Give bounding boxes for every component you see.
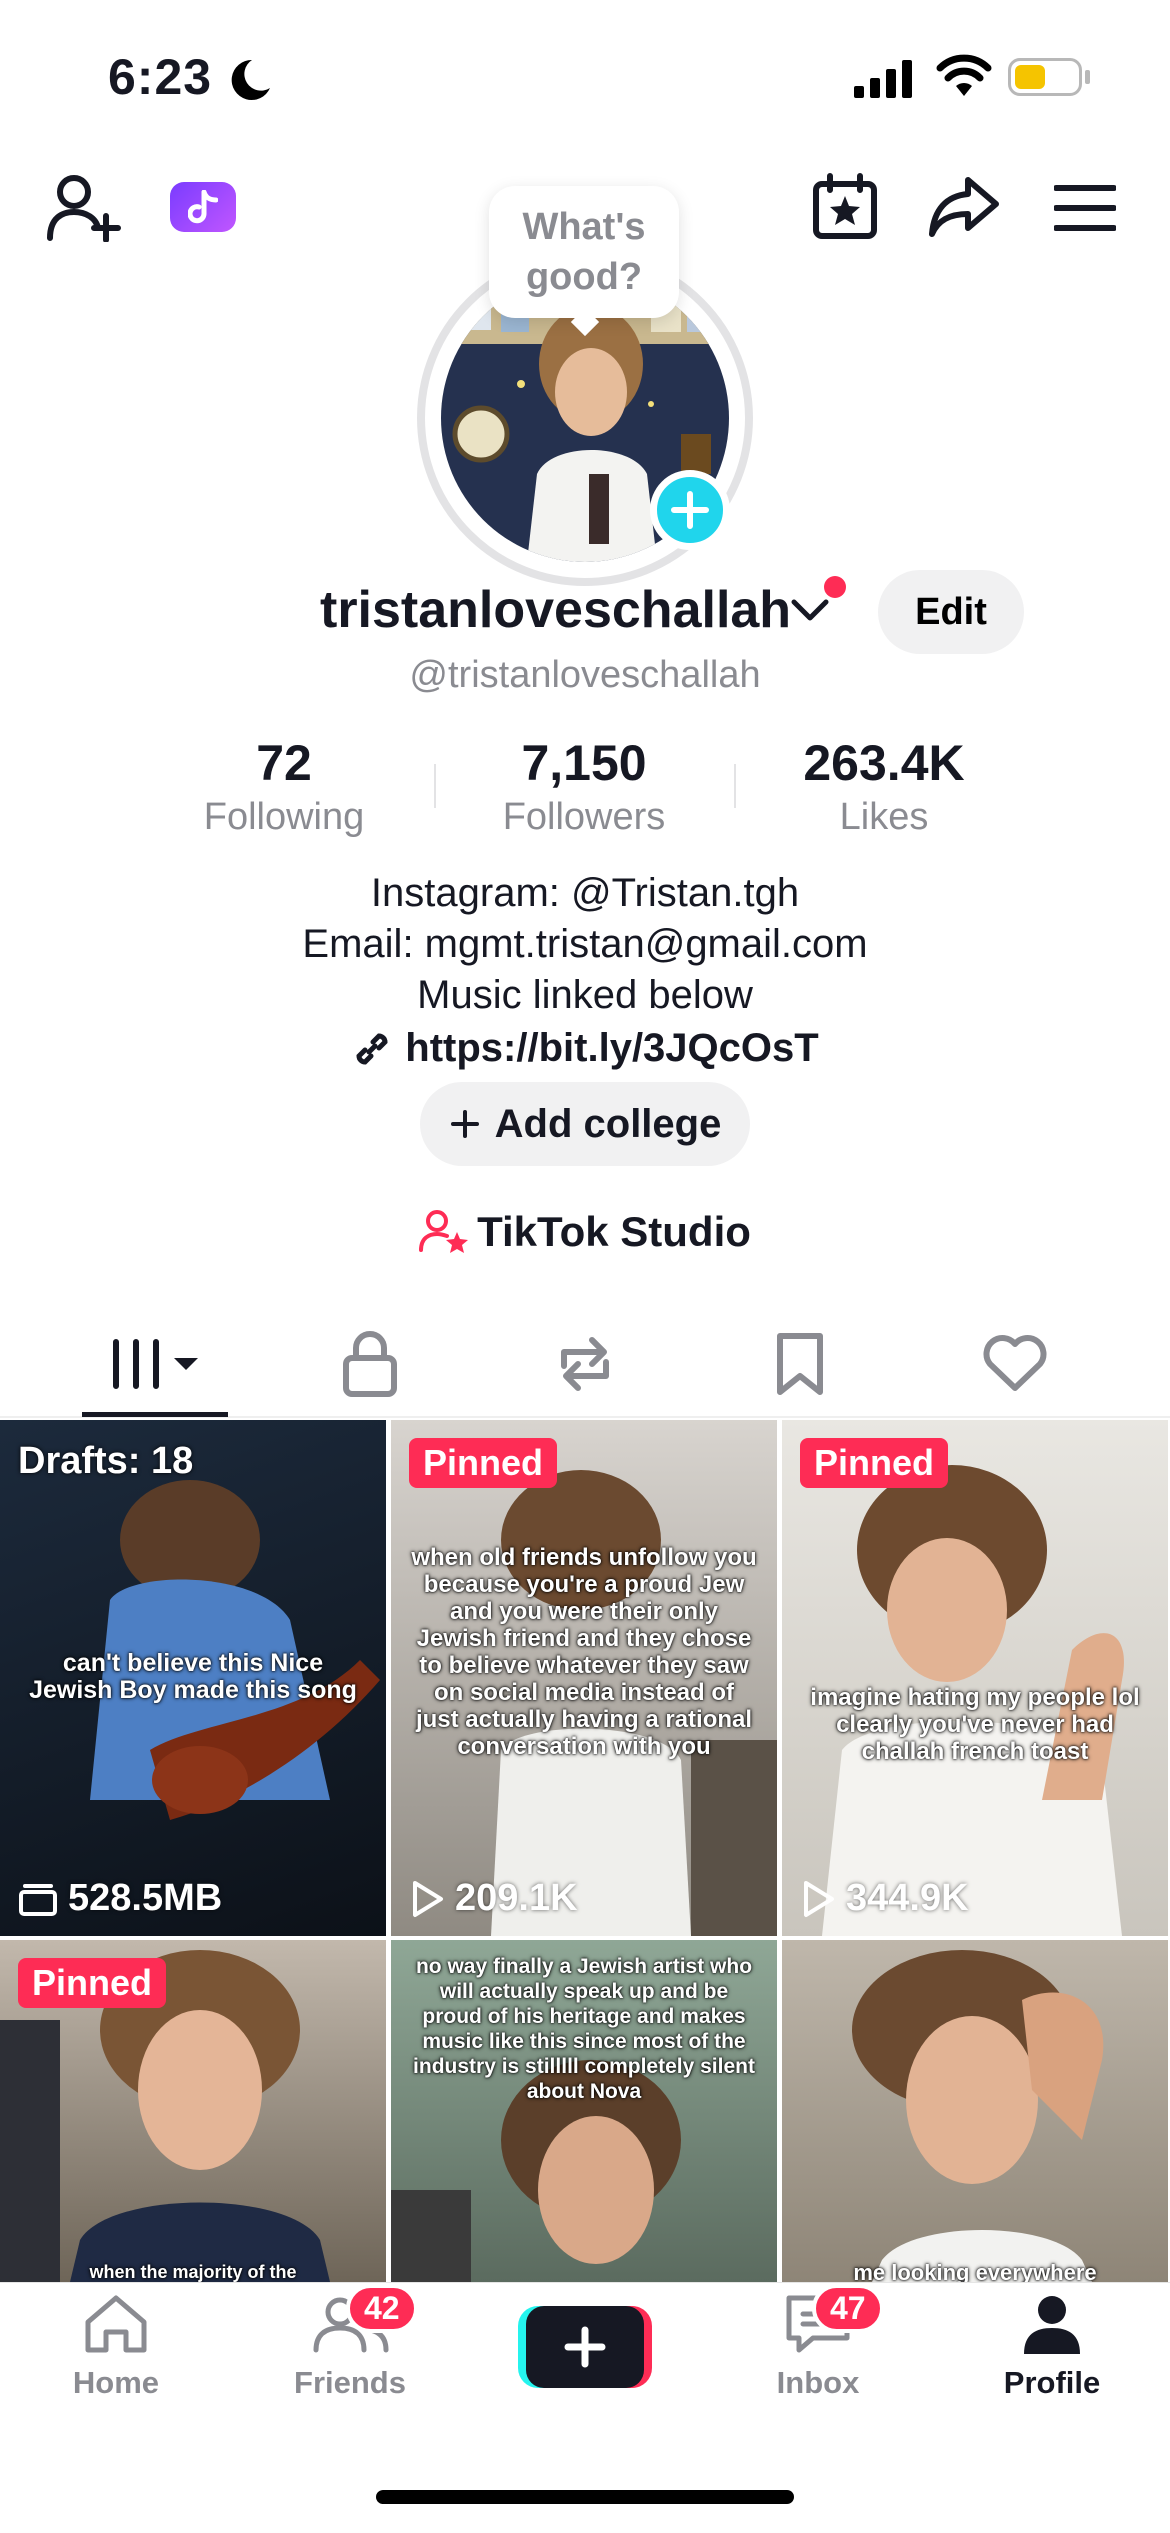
add-friend-icon[interactable] <box>46 172 122 242</box>
video-stat: 528.5MB <box>18 1877 222 1920</box>
following-label: Following <box>203 796 365 838</box>
video-tile[interactable]: Pinned imagine hating my people lol clea… <box>782 1420 1168 1936</box>
share-icon[interactable] <box>928 176 1000 238</box>
video-thumbnail <box>822 1465 1124 1936</box>
notification-dot <box>824 576 846 598</box>
video-caption: no way finally a Jewish artist who will … <box>413 1955 755 2103</box>
grid-bars-icon <box>113 1339 198 1389</box>
inbox-badge: 47 <box>812 2284 884 2333</box>
video-tile[interactable]: me looking everywhere <box>782 1940 1168 2282</box>
calendar-star-icon[interactable] <box>810 172 880 242</box>
followers-count: 7,150 <box>521 735 647 791</box>
repost-icon[interactable] <box>552 1330 618 1398</box>
menu-icon[interactable] <box>1054 184 1116 232</box>
tab-active-indicator <box>82 1412 228 1417</box>
stat-following[interactable]: 72 Following <box>134 732 434 840</box>
tiktok-studio-link[interactable]: TikTok Studio <box>0 1208 1170 1256</box>
drafts-count: Drafts: 18 <box>18 1440 194 1482</box>
nav-profile[interactable]: Profile <box>962 2292 1142 2401</box>
link-text: https://bit.ly/3JQcOsT <box>405 1026 819 1070</box>
video-views: 344.9K <box>800 1877 969 1920</box>
video-caption: when old friends unfollow you because yo… <box>411 1544 757 1760</box>
play-icon <box>413 1880 443 1917</box>
bubble-line-1: What's <box>522 206 646 248</box>
stat-likes[interactable]: 263.4K Likes <box>734 732 1034 840</box>
pinned-badge: Pinned <box>18 1958 167 2008</box>
cellular-signal-icon <box>854 60 912 98</box>
nav-home-label: Home <box>72 2365 160 2400</box>
lock-icon[interactable] <box>340 1330 400 1398</box>
stat-followers[interactable]: 7,150 Followers <box>434 732 734 840</box>
bio-line: Instagram: @Tristan.tgh <box>370 871 800 915</box>
bio-line: Email: mgmt.tristan@gmail.com <box>302 922 868 966</box>
drafts-size: 528.5MB <box>68 1877 223 1919</box>
edit-profile-button[interactable]: Edit <box>878 570 1024 654</box>
video-tile[interactable]: Pinned when the majority of the <box>0 1940 386 2282</box>
studio-label: TikTok Studio <box>477 1208 751 1255</box>
followers-label: Followers <box>502 796 666 838</box>
battery-tip <box>1085 70 1090 84</box>
moon-icon <box>231 59 270 100</box>
username[interactable]: tristanloveschallah <box>320 580 791 640</box>
studio-person-star-icon <box>419 1210 469 1253</box>
nav-profile-label: Profile <box>1003 2365 1101 2400</box>
video-tile[interactable]: Pinned when old friends unfollow you bec… <box>391 1420 777 1936</box>
home-icon <box>85 2295 147 2353</box>
pinned-badge: Pinned <box>800 1438 949 1488</box>
video-caption: imagine hating my people lol clearly you… <box>810 1684 1140 1765</box>
bio-link[interactable]: https://bit.ly/3JQcOsT <box>0 1026 1170 1071</box>
play-icon <box>804 1880 834 1917</box>
friends-badge: 42 <box>346 2284 418 2333</box>
video-caption: me looking everywhere <box>853 2260 1097 2283</box>
likes-label: Likes <box>839 796 929 838</box>
view-count: 344.9K <box>846 1877 969 1919</box>
status-bubble[interactable]: What's good? <box>489 186 679 318</box>
nav-friends-label: Friends <box>294 2365 406 2400</box>
drafts-icon <box>19 1883 57 1916</box>
plus-icon <box>671 491 709 529</box>
video-caption: can't believe this Nice Jewish Boy made … <box>29 1649 357 1704</box>
video-tile-drafts[interactable]: Drafts: 18 can't believe this Nice Jewis… <box>0 1420 386 1936</box>
tiktok-music-icon[interactable] <box>170 182 236 232</box>
bio-line: Music linked below <box>417 973 753 1017</box>
bubble-line-2: good? <box>525 256 643 298</box>
nav-inbox-label: Inbox <box>776 2365 860 2400</box>
profile-icon <box>1024 2296 1080 2354</box>
profile-handle: @tristanloveschallah <box>409 654 761 696</box>
video-caption: when the majority of the <box>89 2262 297 2282</box>
video-views: 209.1K <box>409 1877 578 1920</box>
plus-icon <box>564 2326 606 2368</box>
add-college-label: Add college <box>494 1101 722 1146</box>
heart-icon[interactable] <box>982 1332 1048 1394</box>
video-thumbnail <box>852 1950 1104 2282</box>
view-count: 209.1K <box>455 1877 578 1919</box>
video-tile[interactable]: no way finally a Jewish artist who will … <box>391 1940 777 2282</box>
chevron-down-icon[interactable] <box>790 598 830 624</box>
following-count: 72 <box>256 735 312 791</box>
add-story-button[interactable] <box>650 470 730 550</box>
likes-count: 263.4K <box>803 735 965 791</box>
nav-home[interactable]: Home <box>26 2292 206 2401</box>
pinned-badge: Pinned <box>409 1438 558 1488</box>
link-icon <box>356 1032 388 1065</box>
plus-icon <box>450 1110 479 1138</box>
bookmark-icon[interactable] <box>774 1332 826 1396</box>
tab-videos[interactable] <box>108 1334 204 1399</box>
create-button[interactable] <box>518 2306 652 2388</box>
battery-icon <box>1008 58 1082 96</box>
wifi-icon <box>936 54 992 96</box>
add-college-button[interactable]: Add college <box>420 1082 750 1166</box>
status-time: 6:23 <box>108 49 213 105</box>
home-indicator <box>376 2490 794 2504</box>
